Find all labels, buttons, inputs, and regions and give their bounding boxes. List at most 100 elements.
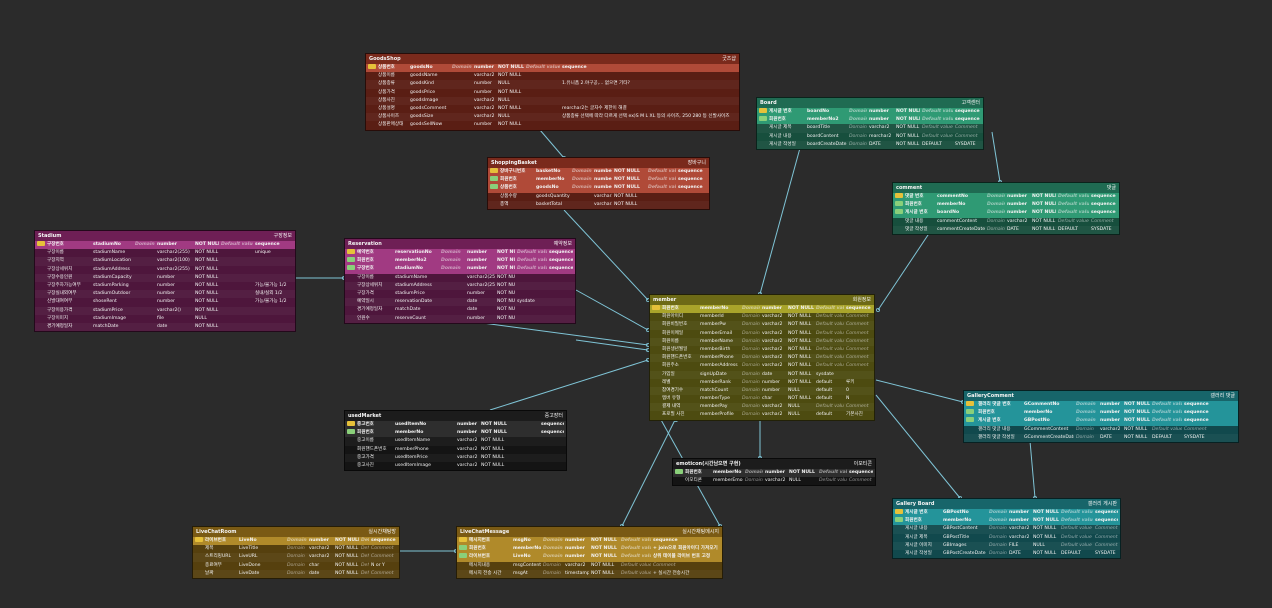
entity-column-row[interactable]: 구장번호 stadiumNo Domainnumber NOT NULLDefault… (35, 241, 295, 250)
entity-header[interactable]: Reservation 예약정보 (345, 239, 575, 249)
entity-column-row[interactable]: 메시지번호 msgNo Domain number NOT NULL Default va… (457, 537, 722, 546)
entity-header[interactable]: Gallery Board 갤러리 게시판 (893, 499, 1120, 509)
entity-column-row[interactable]: 구장이용가격 stadiumPrice varchar2() NOT NULL (35, 306, 295, 315)
relationship-line[interactable] (875, 394, 961, 499)
entity-stadium[interactable]: Stadium 구장정보 구장번호 stadiumNo Domain number NOT … (34, 230, 296, 333)
entity-column-row[interactable]: 멤버 유형 memberType Domain char NOT NULL default… (650, 395, 874, 403)
entity-column-row[interactable]: 구장상세위치stadiumAddressvarchar2(255)NOT NUL… (345, 281, 575, 290)
entity-column-row[interactable]: 게시글 번호 boardNo Domain number NOT NULL Default… (757, 108, 983, 117)
entity-column-row[interactable]: 회원번호 memberNo Domain number NOT NULL Default … (673, 469, 875, 478)
entity-member[interactable]: member 회원정보 회원번호 memberNo Domain number NOT NU… (649, 294, 875, 421)
entity-column-row[interactable]: 중고가격 usedItemPrice varchar2 NOT NULL (345, 453, 566, 462)
entity-column-row[interactable]: 중고번호 usedItemNo number NOT NULL sequence (345, 421, 566, 430)
entity-usedmarket[interactable]: usedMarket 중고장터 중고번호 usedItemNo number NOT NU… (344, 410, 567, 472)
entity-column-row[interactable]: 메시지내용 msgContent Domain varchar2 NOT NULL Def… (457, 562, 722, 570)
entity-column-row[interactable]: 게시글 번호 GBPostNo Domain number NOT NULL Defaul… (964, 417, 1238, 426)
entity-goodsshop[interactable]: GoodsShop 굿즈샵 상품번호 goodsNo Domain number NOT N… (365, 53, 740, 131)
entity-column-row[interactable]: 상품번호 goodsNo Domain number NOT NULL Default v… (488, 184, 709, 193)
entity-galleryboard[interactable]: Gallery Board 갤러리 게시판 게시글 번호 GBPostNo Domain… (892, 498, 1121, 560)
relationship-line[interactable] (575, 339, 649, 351)
entity-basket[interactable]: ShoppingBasket 장바구니 장바구니번호 basketNo Domain nu… (487, 157, 710, 210)
entity-column-row[interactable]: 제목 LiveTitle Domain varchar2 NOT NULLDefault… (193, 545, 399, 553)
entity-column-row[interactable]: 회원번호 memberNo Domain number NOT NULL Default … (488, 176, 709, 185)
relationship-line[interactable] (875, 379, 964, 403)
entity-column-row[interactable]: 메시지 전송 시간 msgAt Domain timestamp NOT NULL Def… (457, 569, 722, 578)
relationship-line[interactable] (991, 131, 1001, 183)
entity-column-row[interactable]: 회원번호 memberNo2 Domainnumber NOT NULLDefault… (757, 116, 983, 125)
relationship-line[interactable] (1029, 440, 1036, 499)
entity-column-row[interactable]: 상품사이즈 goodsSize varchar2 NULL 상품종류 선택에 따라 다르… (366, 113, 739, 122)
entity-column-row[interactable]: 상품판매상태 goodsSellNow number NOT NULL (366, 121, 739, 129)
entity-column-row[interactable]: 회원번호 memberNo Domain number NOT NULL Default … (457, 545, 722, 554)
entity-column-row[interactable]: 상품종류 goodsKind number NULL 1.유니폼 2.야구공,... 없… (366, 80, 739, 89)
entity-column-row[interactable]: 라이브번호LiveNoDomainnumberNOT NULLDefault v… (457, 553, 722, 562)
entity-gallerycomment[interactable]: GalleryComment 갤러리 댓글 갤러리 댓글 번호 GCommentNo D… (963, 390, 1239, 443)
entity-column-row[interactable]: 회원이메일 memberEmail Domain varchar2 NOT NULL De… (650, 330, 874, 338)
entity-column-row[interactable]: 라이브번호LiveNoDomainnumberNOT NULLDefault v… (193, 537, 399, 546)
entity-emoticon[interactable]: emoticon(시간남으면 구현) 이모티콘 회원번호 memberNo Domain… (672, 458, 876, 487)
entity-column-row[interactable]: 상품번호 goodsNo Domain number NOT NULL Default v… (366, 64, 739, 73)
entity-column-row[interactable]: 구장이미지 stadiumImage file NULL (35, 315, 295, 323)
entity-column-row[interactable]: 예약일시 reservationDate date NOT NULLsysdate (345, 298, 575, 307)
entity-header[interactable]: Board 고객센터 (757, 98, 983, 108)
entity-column-row[interactable]: 중고이름 usedItemName varchar2 NOT NULL (345, 437, 566, 446)
entity-header[interactable]: Stadium 구장정보 (35, 231, 295, 241)
entity-column-row[interactable]: 댓글 작성일 commentCreateDate Domain DATE NOT NUL… (893, 225, 1119, 234)
relationship-line[interactable] (575, 289, 649, 331)
entity-column-row[interactable]: 상품가격 goodsPrice number NOT NULL (366, 89, 739, 97)
entity-column-row[interactable]: 게시글 내용 boardContent Domain rearchar2 NOT NUL… (757, 133, 983, 141)
entity-column-row[interactable]: 구장가격 stadiumPrice number NOT NULL (345, 290, 575, 298)
entity-column-row[interactable]: 상품이름 goodsName varchar2 NOT NULL (366, 72, 739, 80)
relationship-line[interactable] (621, 417, 677, 527)
entity-column-row[interactable]: 인원수 reserveCount number NOT NULL (345, 314, 575, 323)
entity-column-row[interactable]: 게시글 작성일 boardCreateDate Domain DATE NOT NULL… (757, 140, 983, 149)
entity-reservation[interactable]: Reservation 예약정보 예약번호 reservationNo Domain nu… (344, 238, 576, 324)
entity-column-row[interactable]: 게시글 제목 boardTitle Domain varchar2 NOT NULL De… (757, 124, 983, 133)
entity-column-row[interactable]: 게시글 작성일 GBPostCreateDate Domain DATE NOT NUL… (893, 550, 1120, 558)
entity-column-row[interactable]: 구장이름 stadiumName varchar2(255) NOT NULL uniq… (35, 249, 295, 257)
entity-column-row[interactable]: 총액 basketTotal varchar2NOT NULL (488, 200, 709, 209)
entity-column-row[interactable]: 댓글 번호 commentNo Domain number NOT NULL Defaul… (893, 193, 1119, 202)
entity-column-row[interactable]: 구장수용인원 stadiumCapacity number NOT NULL (35, 273, 295, 282)
entity-header[interactable]: comment 댓글 (893, 183, 1119, 193)
entity-column-row[interactable]: 스트리밍URL LiveURL Domain varchar2 NOT NULLDefa… (193, 553, 399, 562)
entity-column-row[interactable]: 참여경기수 matchCount Domain number NULL default 0 (650, 386, 874, 396)
entity-header[interactable]: ShoppingBasket 장바구니 (488, 158, 709, 168)
entity-column-row[interactable]: 상품설명 goodsComment varchar2 NOT NULL rearchar… (366, 105, 739, 113)
entity-column-row[interactable]: 날짜 LiveDate Domain date NOT NULLDefault valu… (193, 569, 399, 578)
entity-column-row[interactable]: 게시글 번호 GBPostNo Domain number NOT NULL Defaul… (893, 509, 1120, 518)
entity-column-row[interactable]: 신발대여여부 shoseRent number NOT NULL 가능/불가능 1/2 (35, 298, 295, 306)
entity-board[interactable]: Board 고객센터 게시글 번호 boardNo Domain number NOT NU… (756, 97, 984, 150)
entity-column-row[interactable]: 구장지역 stadiumLocation varchar2(100) NOT NULL (35, 257, 295, 266)
entity-column-row[interactable]: 회원번호 memberNo Domain number NOT NULL Default … (964, 409, 1238, 418)
entity-column-row[interactable]: 가입일 signUpDate Domain date NOT NULL sysdate (650, 370, 874, 379)
entity-column-row[interactable]: 회원번호 memberNo number NOT NULL sequence (345, 429, 566, 438)
entity-column-row[interactable]: 장바구니번호 basketNo Domain number NOT NULL Defaul… (488, 168, 709, 177)
relationship-line[interactable] (489, 359, 649, 411)
relationship-line[interactable] (563, 209, 649, 301)
entity-header[interactable]: usedMarket 중고장터 (345, 411, 566, 421)
entity-column-row[interactable]: 레벨 memberRank Domain number NOT NULL default 루… (650, 379, 874, 387)
entity-column-row[interactable]: 상품수량 goodsQuantity varchar2NOT NULL (488, 193, 709, 201)
entity-column-row[interactable]: 게시글 번호 boardNo Domain number NOT NULL Default… (893, 209, 1119, 218)
entity-column-row[interactable]: 중고사진 usedItemImage varchar2 NOT NULL (345, 462, 566, 470)
entity-column-row[interactable]: 회원핸드폰번호 memberPhone varchar2 NOT NULL (345, 446, 566, 454)
entity-column-row[interactable]: 경기예정일자 matchDate date NOT NULL (345, 306, 575, 314)
entity-column-row[interactable]: 갤러리 댓글 번호 GCommentNo Domain number NOT NULL D… (964, 401, 1238, 410)
entity-column-row[interactable]: 회원핸드폰번호 memberPhone Domain varchar2 NOT NULL… (650, 354, 874, 363)
entity-header[interactable]: LiveChatRoom 실시간채팅방 (193, 527, 399, 537)
erd-canvas[interactable]: GoodsShop 굿즈샵 상품번호 goodsNo Domain number NOT N… (0, 0, 1272, 608)
entity-column-row[interactable]: 예약번호 reservationNo Domain number NOT NULLDef… (345, 249, 575, 258)
entity-column-row[interactable]: 게시글 이미지 GBImages Domain FILE NULL Default val… (893, 541, 1120, 550)
entity-header[interactable]: GalleryComment 갤러리 댓글 (964, 391, 1238, 401)
entity-column-row[interactable]: 갤러리 댓글 내용 GCommentContent Domain varchar2 NO… (964, 426, 1238, 434)
entity-column-row[interactable]: 구장상세위치stadiumAddressvarchar2(255)NOT NUL… (35, 266, 295, 274)
entity-header[interactable]: member 회원정보 (650, 295, 874, 305)
entity-column-row[interactable]: 프로필 사진 memberProfile Domain varchar2 NULL def… (650, 411, 874, 419)
entity-column-row[interactable]: 회원이름 memberName Domain varchar2 NOT NULL Defa… (650, 337, 874, 346)
entity-column-row[interactable]: 회원비밀번호 memberPw Domain varchar2 NOT NULL Defa… (650, 321, 874, 330)
entity-header[interactable]: emoticon(시간남으면 구현) 이모티콘 (673, 459, 875, 469)
entity-column-row[interactable]: 구장실내외여부 stadiumOutdoor number NOT NULL 실내/실외… (35, 290, 295, 299)
entity-column-row[interactable]: 구장주차가능여부 stadiumParking number NOT NULL 가능/불… (35, 282, 295, 290)
entity-column-row[interactable]: 구장이름 stadiumName varchar2(255)NOT NULL (345, 274, 575, 282)
